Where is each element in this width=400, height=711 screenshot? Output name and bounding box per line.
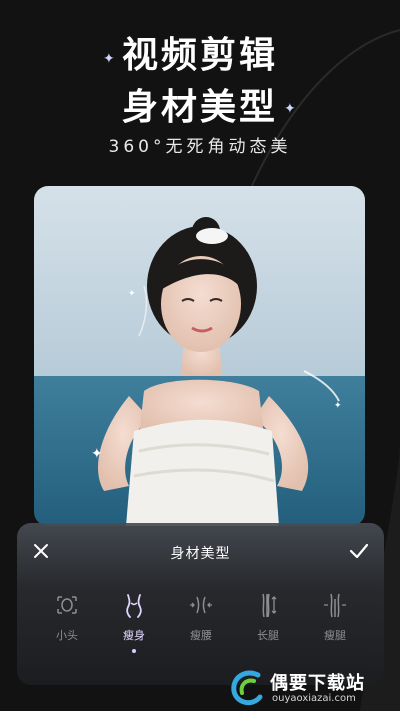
tool-label: 瘦腿 xyxy=(324,629,346,642)
tool-list: 小头 瘦身 瘦腰 长腿 瘦腿 xyxy=(17,591,384,671)
tool-long-legs[interactable]: 长腿 xyxy=(238,591,298,643)
watermark-text: 偶要下载站 xyxy=(270,673,365,694)
site-watermark: 偶要下载站 ouyaoxiazai.com xyxy=(220,667,390,709)
tool-label: 瘦腰 xyxy=(190,629,212,642)
headline-line-2: 身材美型 xyxy=(121,87,278,128)
slim-waist-icon xyxy=(190,596,212,614)
small-head-icon xyxy=(57,596,77,614)
panel-title: 身材美型 xyxy=(170,546,231,562)
tool-label: 长腿 xyxy=(257,629,279,642)
panel-header: 身材美型 xyxy=(17,523,384,581)
svg-text:✦: ✦ xyxy=(334,401,342,411)
headline-line-1: 视频剪辑 xyxy=(121,35,278,76)
svg-text:✦: ✦ xyxy=(91,446,103,462)
slim-legs-icon xyxy=(324,593,346,618)
slim-body-icon xyxy=(126,594,142,618)
sparkle-icon: ✦ xyxy=(284,101,296,117)
tool-slim-waist[interactable]: 瘦腰 xyxy=(171,591,231,643)
tool-slim-body[interactable]: 瘦身 xyxy=(104,591,164,653)
long-legs-icon xyxy=(262,593,277,618)
sparkle-icon: ✦ xyxy=(103,51,115,67)
watermark-logo xyxy=(231,670,263,706)
svg-text:✦: ✦ xyxy=(128,289,136,299)
tool-slim-legs[interactable]: 瘦腿 xyxy=(305,591,365,643)
tool-label: 瘦身 xyxy=(123,629,145,642)
watermark-url: ouyaoxiazai.com xyxy=(272,693,356,704)
headline-subtitle: 360°无死角动态美 xyxy=(108,137,292,157)
tool-label: 小头 xyxy=(56,629,78,642)
body-shaping-panel: 身材美型 小头 瘦身 瘦腰 长腿 瘦腿 xyxy=(17,523,384,685)
tool-small-head[interactable]: 小头 xyxy=(37,591,97,643)
photo-preview: ✦ ✦ ✦ xyxy=(34,186,365,526)
active-indicator xyxy=(132,649,136,653)
check-icon[interactable] xyxy=(348,541,370,561)
